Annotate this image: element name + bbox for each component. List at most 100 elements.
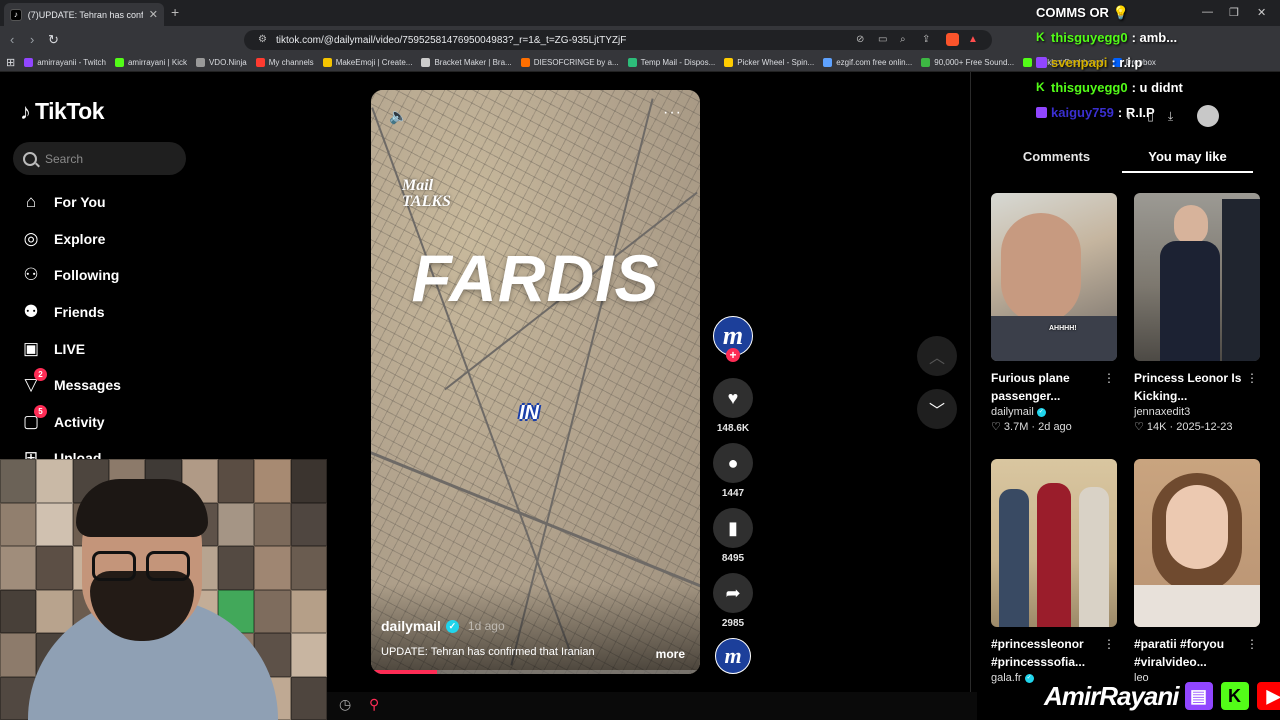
chevron-down-icon: ﹀ — [928, 403, 945, 420]
bookmark-item[interactable]: amirrayani | Kick — [114, 58, 187, 67]
recommended-video[interactable]: #princessleonor #princesssofia... ⋮ gala… — [991, 459, 1117, 684]
browser-tab[interactable]: ♪ (7)UPDATE: Tehran has confirmed ✕ — [4, 3, 164, 26]
zoom-icon[interactable]: ⌕ — [900, 34, 906, 45]
share-count: 2985 — [721, 618, 745, 629]
bookmark-item[interactable]: 90,000+ Free Sound... — [921, 58, 1014, 67]
sidebar-item-for-you[interactable]: ⌂ For You — [20, 184, 220, 221]
thumbnail-figure-right — [1079, 487, 1109, 627]
video-progress-fill — [371, 670, 437, 674]
bookmark-item[interactable]: VDO.Ninja — [195, 58, 247, 67]
video-thumbnail[interactable] — [1134, 193, 1260, 361]
tab-you-may-like[interactable]: You may like — [1122, 138, 1253, 173]
tiktok-note-icon: ♪ — [20, 98, 31, 124]
sidebar-item-friends[interactable]: ⚉ Friends — [20, 294, 220, 331]
like-button[interactable]: ♥ — [713, 378, 753, 418]
tiktok-logo[interactable]: ♪ TikTok — [20, 98, 105, 125]
more-options-icon[interactable]: ⋮ — [1103, 637, 1115, 651]
search-icon — [23, 151, 37, 166]
apps-grid-icon[interactable]: ⊞ — [6, 56, 15, 69]
video-thumbnail[interactable] — [1134, 459, 1260, 627]
video-overlay-word: IN — [519, 402, 539, 424]
save-button[interactable]: ▮ — [713, 508, 753, 548]
glasses-left — [92, 551, 136, 581]
recommended-video[interactable]: Princess Leonor Is Kicking... ⋮ jennaxed… — [1134, 193, 1260, 433]
recommendation-author[interactable]: dailymail ✓ — [991, 406, 1117, 418]
no-camera-icon[interactable]: ⊘ — [856, 34, 864, 45]
coin-icon[interactable]: ◐ — [1126, 109, 1133, 123]
sidebar-item-explore[interactable]: ◎ Explore — [20, 221, 220, 258]
next-video-button[interactable]: ﹀ — [917, 389, 957, 429]
video-thumbnail[interactable]: AHHHH! — [991, 193, 1117, 361]
recommendation-title[interactable]: #princessleonor #princesssofia... — [991, 635, 1109, 671]
location-pin-icon[interactable]: ⚲ — [369, 696, 379, 713]
bookmark-item[interactable]: amirrayanii - Twitch — [24, 58, 106, 67]
video-time: 1d ago — [467, 619, 505, 633]
chat-text: : amb... — [1131, 30, 1178, 45]
address-bar[interactable]: ⚙ ⊘ ▭ ⌕ ⇪ ▲ — [244, 30, 992, 50]
chat-username: kaiguy759 — [1051, 105, 1114, 120]
tab-comments[interactable]: Comments — [991, 138, 1122, 173]
bookmark-item[interactable]: MakeEmoji | Create... — [322, 58, 412, 67]
profile-avatar[interactable] — [1197, 105, 1220, 127]
back-button[interactable]: ‹ — [10, 32, 14, 47]
previous-video-button[interactable]: ︿ — [917, 336, 957, 376]
more-options-icon[interactable]: ··· — [663, 104, 682, 122]
brave-shield-icon[interactable] — [946, 33, 959, 46]
chat-header: COMMS OR 💡 — [1036, 4, 1129, 20]
comment-button[interactable]: ● — [713, 443, 753, 483]
sidebar-item-activity[interactable]: ▢ 5 Activity — [20, 404, 220, 441]
close-tab-icon[interactable]: ✕ — [149, 8, 158, 21]
search-box[interactable] — [13, 142, 186, 175]
recommendation-title[interactable]: #paratii #foryou #viralvideo... — [1134, 635, 1252, 671]
sidebar-item-messages[interactable]: ▽ 2 Messages — [20, 367, 220, 404]
new-tab-button[interactable]: + — [171, 4, 179, 20]
activity-icon: ▢ 5 — [20, 404, 47, 433]
phone-icon[interactable]: ▯ — [1147, 109, 1154, 123]
video-player[interactable]: Mail TALKS FARDIS IN 🔈 ··· dailymail ✓ 1… — [371, 90, 700, 674]
video-thumbnail[interactable] — [991, 459, 1117, 627]
share-arrow-icon: ➦ — [725, 582, 741, 603]
comment-count: 1447 — [721, 488, 745, 499]
bookmark-item[interactable]: Temp Mail - Dispos... — [627, 58, 715, 67]
more-options-icon[interactable]: ⋮ — [1103, 371, 1115, 385]
follow-plus-icon[interactable]: + — [726, 348, 740, 362]
share-icon[interactable]: ⇪ — [922, 34, 930, 45]
sidebar-item-following[interactable]: ⚇ Following — [20, 257, 220, 294]
sidebar-item-live[interactable]: ▣ LIVE — [20, 330, 220, 367]
video-author[interactable]: dailymail ✓ 1d ago — [381, 618, 505, 634]
recommendation-title[interactable]: Princess Leonor Is Kicking... — [1134, 369, 1252, 405]
twitch-icon — [1036, 107, 1047, 118]
recommendation-meta: ♡ 3.7M · 2d ago — [991, 421, 1072, 433]
search-input[interactable] — [45, 151, 175, 166]
timer-icon[interactable]: ◷ — [339, 696, 351, 713]
bookmark-item[interactable]: ezgif.com free onlin... — [823, 58, 912, 67]
bookmark-item[interactable]: Bracket Maker | Bra... — [421, 58, 512, 67]
caption-more-link[interactable]: more — [656, 647, 685, 661]
thumbnail-coat — [1160, 241, 1220, 361]
more-options-icon[interactable]: ⋮ — [1246, 637, 1258, 651]
cast-icon[interactable]: ▭ — [878, 34, 887, 45]
forward-button[interactable]: › — [30, 32, 34, 47]
recommended-video[interactable]: AHHHH! Furious plane passenger... ⋮ dail… — [991, 193, 1117, 433]
page-bottom-bar: ◷ ⚲ — [327, 692, 977, 720]
more-options-icon[interactable]: ⋮ — [1246, 371, 1258, 385]
home-icon: ⌂ — [25, 192, 37, 212]
reload-button[interactable]: ↻ — [48, 32, 59, 48]
url-input[interactable] — [276, 34, 836, 46]
recommendation-author[interactable]: jennaxedit3 — [1134, 406, 1260, 418]
bookmark-item[interactable]: Picker Wheel - Spin... — [724, 58, 814, 67]
bookmark-item[interactable]: My channels — [255, 58, 314, 67]
sound-avatar[interactable]: m — [715, 638, 751, 674]
recommendation-title[interactable]: Furious plane passenger... — [991, 369, 1109, 405]
video-progress-bar[interactable] — [371, 670, 700, 674]
rewards-icon[interactable]: ▲ — [968, 34, 978, 45]
thumbnail-figure-center — [1037, 483, 1071, 627]
share-button[interactable]: ➦ — [713, 573, 753, 613]
youtube-logo-icon: ▶ — [1254, 680, 1280, 712]
thumbnail-caption: AHHHH! — [1049, 325, 1077, 332]
site-info-icon[interactable]: ⚙ — [258, 34, 267, 45]
volume-icon[interactable]: 🔈 — [389, 107, 408, 125]
bookmark-item[interactable]: DIESOFCRINGE by a... — [520, 58, 619, 67]
download-icon[interactable]: ⤓ — [1168, 109, 1173, 124]
recommended-video[interactable]: #paratii #foryou #viralvideo... ⋮ leo — [1134, 459, 1260, 684]
